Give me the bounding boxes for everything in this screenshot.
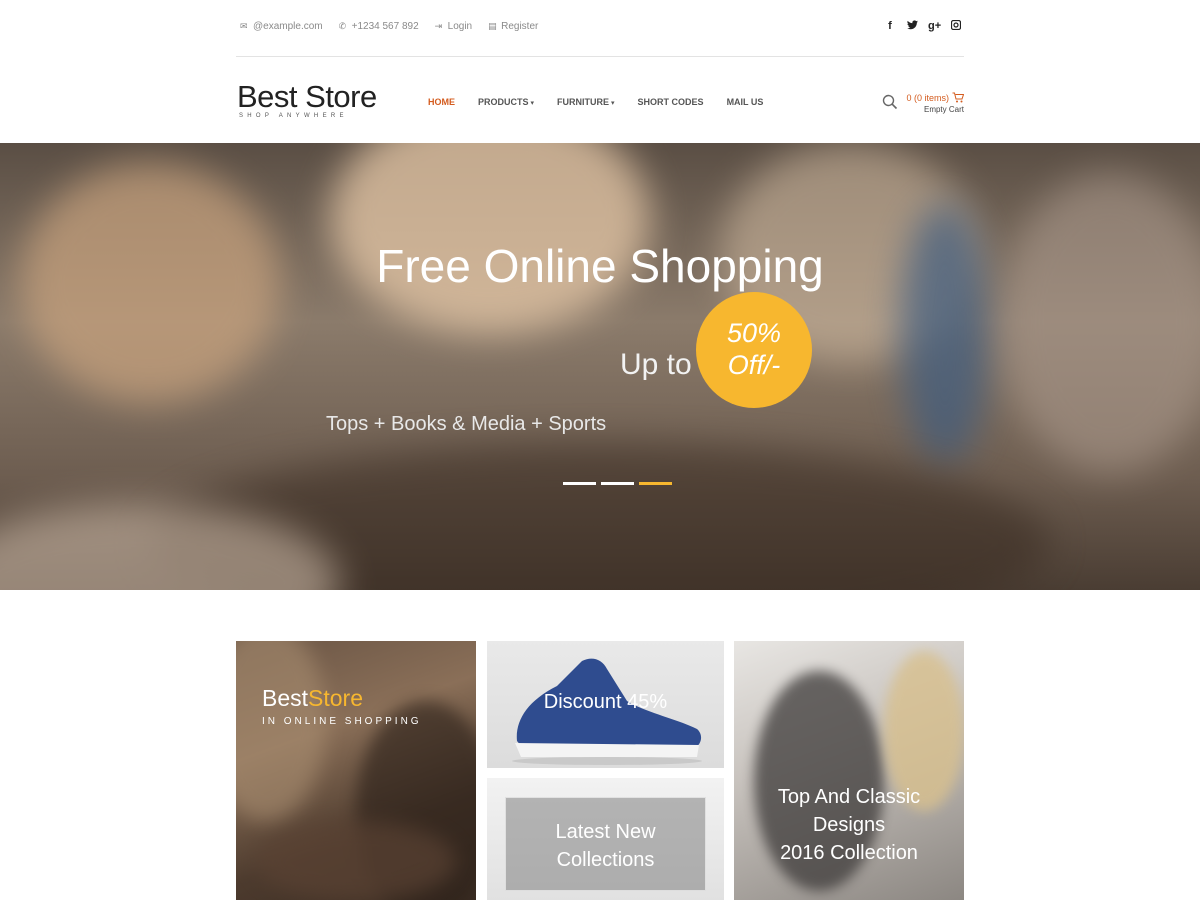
register-link[interactable]: ▤ Register [488,21,538,32]
collections-line-2: Collections [556,849,655,871]
phone-link[interactable]: ✆ +1234 567 892 [339,21,419,32]
phone-text: +1234 567 892 [351,21,419,32]
promo-tile-collections[interactable]: Latest New Collections [487,778,724,900]
hero-background-light [1000,173,1200,473]
site-header: Best Store SHOP ANYWHERE HOME PRODUCTS ▾ … [236,58,964,143]
caret-down-icon: ▾ [530,100,535,107]
login-text: Login [447,21,473,32]
email-link[interactable]: ✉ @example.com [240,21,323,32]
nav-item-home[interactable]: HOME [428,97,455,107]
discount-label: Discount 45% [543,691,668,713]
nav-item-products[interactable]: PRODUCTS ▾ [478,97,534,107]
search-icon [882,94,898,110]
login-icon: ⇥ [434,21,443,31]
classic-label: Top And Classic Designs 2016 Collection [734,783,964,867]
nav-label: MAIL US [726,97,764,107]
register-text: Register [501,21,539,32]
promo-tile-classic[interactable]: Top And Classic Designs 2016 Collection [734,641,964,900]
tile-brand: BestStore [262,685,363,712]
slider-dot-1[interactable] [563,482,596,485]
badge-percent: 50% [726,318,782,348]
collections-label: Latest New Collections [487,818,724,874]
nav-label: HOME [428,97,455,107]
login-link[interactable]: ⇥ Login [435,21,472,32]
hero-background-light [330,143,650,333]
email-text: @example.com [253,21,323,32]
brand-part-1: Best [262,685,309,711]
social-links: f g+ [884,19,962,33]
cart-items-count: 0 (0 items) [906,92,949,103]
nav-label: PRODUCTS [478,97,529,107]
hero-upto: Up to [620,348,692,381]
classic-line-3: 2016 Collection [780,842,918,864]
discount-badge: 50% Off/- [696,292,812,408]
cart-status: Empty Cart [923,105,964,114]
nav-item-mail-us[interactable]: MAIL US [727,97,764,107]
logo[interactable]: Best Store SHOP ANYWHERE [237,79,377,120]
promo-tile-discount[interactable]: Discount 45% [487,641,724,768]
brand-part-2: Store [308,685,364,711]
hero-title: Free Online Shopping [376,240,824,292]
contact-info: ✉ @example.com ✆ +1234 567 892 ⇥ Login ▤… [240,21,538,32]
badge-off: Off/- [727,350,781,380]
search-button[interactable] [882,94,898,110]
tile-background [236,641,326,821]
slider-dot-2[interactable] [601,482,634,485]
classic-line-2: Designs [812,814,886,836]
main-nav: HOME PRODUCTS ▾ FURNITURE ▾ SHORT CODES MA… [428,97,786,107]
cart-icon [952,92,964,103]
twitter-icon[interactable] [906,20,918,33]
slider-dot-3[interactable] [639,482,672,485]
collections-line-1: Latest New [555,821,656,843]
cart-button[interactable]: 0 (0 items) Empty Cart [906,92,964,114]
promo-tile-store[interactable]: BestStore IN ONLINE SHOPPING [236,641,476,900]
google-plus-icon[interactable]: g+ [928,20,941,33]
nav-item-short-codes[interactable]: SHORT CODES [638,97,704,107]
nav-item-furniture[interactable]: FURNITURE ▾ [557,97,615,107]
register-icon: ▤ [488,21,497,31]
facebook-icon[interactable]: f [884,20,896,33]
tile-tagline: IN ONLINE SHOPPING [262,716,422,727]
instagram-icon[interactable] [950,19,962,33]
tile-background [256,821,456,900]
logo-title: Best Store [237,79,377,114]
caret-down-icon: ▾ [611,100,615,107]
nav-label: FURNITURE [557,97,610,107]
envelope-icon: ✉ [240,21,248,31]
top-bar: ✉ @example.com ✆ +1234 567 892 ⇥ Login ▤… [236,0,964,57]
classic-line-1: Top And Classic [777,786,921,808]
nav-label: SHORT CODES [637,97,704,107]
hero-categories: Tops + Books & Media + Sports [326,413,607,435]
phone-icon: ✆ [338,21,347,31]
hero-banner: Free Online Shopping Up to 50% Off/- Top… [0,143,1200,590]
slider-pagination [563,482,672,485]
